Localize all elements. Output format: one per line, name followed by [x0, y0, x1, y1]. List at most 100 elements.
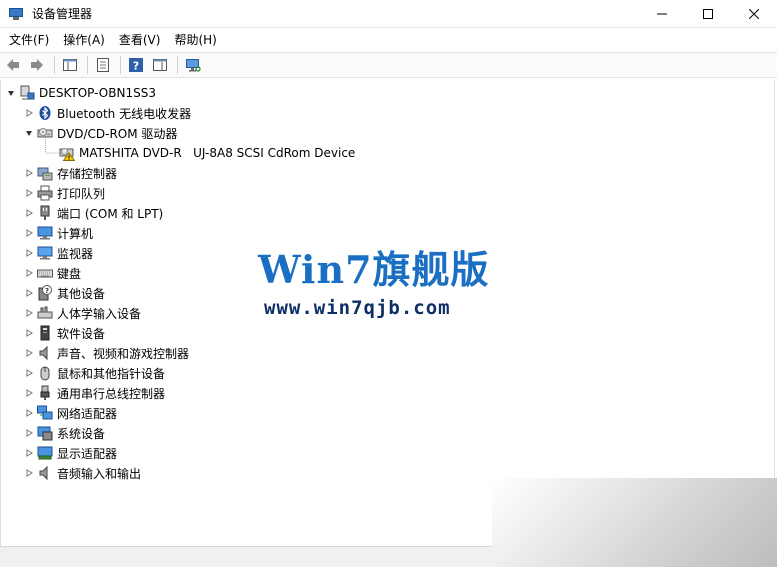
storage-icon — [37, 165, 53, 181]
mouse-icon — [37, 365, 53, 381]
expand-arrow-icon[interactable] — [23, 103, 35, 123]
show-hide-console-tree-button[interactable] — [59, 54, 81, 76]
svg-text:?: ? — [45, 287, 49, 295]
expand-arrow-icon[interactable] — [23, 263, 35, 283]
help-icon: ? — [129, 58, 143, 73]
tree-item-ports[interactable]: 端口 (COM 和 LPT) — [23, 203, 163, 223]
expand-arrow-icon[interactable] — [23, 363, 35, 383]
tree-item-sound-video-game[interactable]: 声音、视频和游戏控制器 — [23, 343, 189, 363]
dvd-warning-icon — [59, 145, 75, 161]
expand-arrow-icon[interactable] — [23, 383, 35, 403]
expand-arrow-icon[interactable] — [23, 163, 35, 183]
tree-item-monitors[interactable]: 监视器 — [23, 243, 93, 263]
keyboard-icon — [37, 265, 53, 281]
tree-connector — [45, 133, 59, 154]
tree-item-usb[interactable]: 通用串行总线控制器 — [23, 383, 165, 403]
tree-item-label: 鼠标和其他指针设备 — [57, 366, 166, 381]
menu-file[interactable]: 文件(F) — [4, 29, 54, 51]
expand-arrow-icon[interactable] — [23, 243, 35, 263]
scan-hardware-icon — [186, 59, 201, 72]
tree-item-other-devices[interactable]: ? 其他设备 — [23, 283, 105, 303]
tree-item-label: 网络适配器 — [57, 406, 118, 421]
port-icon — [37, 205, 53, 221]
menu-bar: 文件(F) 操作(A) 查看(V) 帮助(H) — [0, 29, 777, 51]
tree-item-bluetooth[interactable]: Bluetooth 无线电收发器 — [23, 103, 191, 123]
tree-item-hid[interactable]: 人体学输入设备 — [23, 303, 141, 323]
toolbar: ? — [0, 52, 777, 78]
tree-item-keyboards[interactable]: 键盘 — [23, 263, 81, 283]
expand-arrow-icon[interactable] — [23, 323, 35, 343]
tree-root[interactable]: DESKTOP-OBN1SS3 — [5, 83, 156, 103]
display-adapter-icon — [37, 445, 53, 461]
collapse-arrow-icon[interactable] — [5, 83, 17, 103]
tree-item-label: MATSHITA DVD-R UJ-8A8 SCSI CdRom Device — [79, 146, 356, 160]
tree-item-label: Bluetooth 无线电收发器 — [57, 106, 192, 121]
back-arrow-icon — [7, 59, 19, 71]
expand-arrow-icon[interactable] — [23, 303, 35, 323]
expand-arrow-icon[interactable] — [23, 403, 35, 423]
expand-arrow-icon[interactable] — [23, 283, 35, 303]
menu-action[interactable]: 操作(A) — [58, 29, 110, 51]
blurred-region — [492, 478, 777, 567]
tree-item-audio-io[interactable]: 音频输入和输出 — [23, 463, 141, 483]
help-button[interactable]: ? — [125, 54, 147, 76]
menu-help[interactable]: 帮助(H) — [169, 29, 221, 51]
tree-item-mice[interactable]: 鼠标和其他指针设备 — [23, 363, 165, 383]
expand-arrow-icon[interactable] — [23, 423, 35, 443]
tree-item-storage[interactable]: 存储控制器 — [23, 163, 117, 183]
title-bar: 设备管理器 — [0, 0, 777, 28]
printer-icon — [37, 185, 53, 201]
minimize-button[interactable] — [639, 0, 685, 28]
close-icon — [749, 9, 759, 19]
tree-item-label: 显示适配器 — [57, 446, 118, 461]
tree-item-label: 键盘 — [57, 266, 82, 281]
properties-button[interactable] — [92, 54, 114, 76]
tree-item-label: 声音、视频和游戏控制器 — [57, 346, 190, 361]
back-button[interactable] — [2, 54, 24, 76]
tree-root-label: DESKTOP-OBN1SS3 — [39, 86, 156, 100]
expand-arrow-icon[interactable] — [23, 183, 35, 203]
action-pane-icon — [153, 59, 167, 71]
tree-item-label: DVD/CD-ROM 驱动器 — [57, 126, 178, 141]
watermark-title: Win7旗舰版 — [258, 247, 490, 292]
forward-button[interactable] — [26, 54, 48, 76]
computer-icon — [37, 225, 53, 241]
tree-item-label: 音频输入和输出 — [57, 466, 142, 481]
tree-item-print-queue[interactable]: 打印队列 — [23, 183, 105, 203]
scan-hardware-button[interactable] — [182, 54, 204, 76]
tree-item-software-devices[interactable]: 软件设备 — [23, 323, 105, 343]
window-title: 设备管理器 — [32, 7, 93, 21]
tree-item-label: 系统设备 — [57, 426, 106, 441]
tree-item-system-devices[interactable]: 系统设备 — [23, 423, 105, 443]
tree-item-label: 存储控制器 — [57, 166, 118, 181]
tree-item-label: 打印队列 — [57, 186, 106, 201]
unknown-device-icon: ? — [37, 285, 53, 301]
expand-arrow-icon[interactable] — [23, 343, 35, 363]
hid-icon — [37, 305, 53, 321]
expand-arrow-icon[interactable] — [23, 443, 35, 463]
tree-item-label: 计算机 — [57, 226, 94, 241]
monitor-icon — [37, 245, 53, 261]
tree-item-dvd-device[interactable]: MATSHITA DVD-R UJ-8A8 SCSI CdRom Device — [59, 143, 355, 163]
toolbar-separator — [177, 56, 178, 74]
expand-arrow-icon[interactable] — [23, 463, 35, 483]
tree-item-label: 人体学输入设备 — [57, 306, 142, 321]
svg-text:?: ? — [133, 60, 139, 73]
watermark-url: www.win7qjb.com — [264, 297, 451, 319]
software-device-icon — [37, 325, 53, 341]
tree-item-label: 其他设备 — [57, 286, 106, 301]
tree-item-display-adapters[interactable]: 显示适配器 — [23, 443, 117, 463]
expand-arrow-icon[interactable] — [23, 223, 35, 243]
action-pane-button[interactable] — [149, 54, 171, 76]
toolbar-separator — [87, 56, 88, 74]
close-button[interactable] — [731, 0, 777, 28]
tree-item-network[interactable]: 网络适配器 — [23, 403, 117, 423]
expand-arrow-icon[interactable] — [23, 203, 35, 223]
bluetooth-icon — [37, 105, 53, 121]
collapse-arrow-icon[interactable] — [23, 123, 35, 143]
maximize-button[interactable] — [685, 0, 731, 28]
menu-view[interactable]: 查看(V) — [114, 29, 166, 51]
usb-icon — [37, 385, 53, 401]
tree-item-computer[interactable]: 计算机 — [23, 223, 93, 243]
forward-arrow-icon — [31, 59, 43, 71]
